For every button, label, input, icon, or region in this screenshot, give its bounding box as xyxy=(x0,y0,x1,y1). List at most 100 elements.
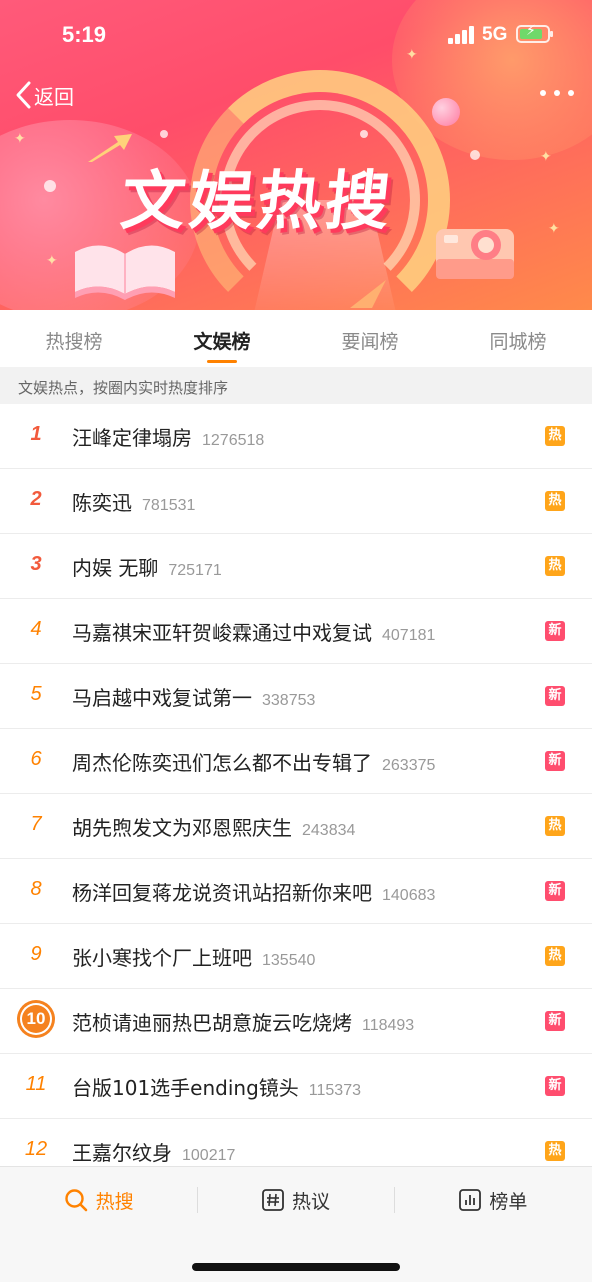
list-item[interactable]: 6 周杰伦陈奕迅们怎么都不出专辑了 263375 新 xyxy=(0,729,592,794)
chart-icon xyxy=(459,1189,482,1211)
tab-hot-search[interactable]: 热搜榜 xyxy=(0,310,148,367)
hot-badge: 热 xyxy=(545,491,565,511)
rank-number: 2 xyxy=(30,488,42,510)
network-type: 5G xyxy=(482,24,508,45)
trending-list: 1 汪峰定律塌房 1276518 热 2 陈奕迅 781531 热 3 内娱 无聊 7… xyxy=(0,404,592,1184)
topic-title: 陈奕迅 781531 xyxy=(72,491,196,515)
heat-count: 263375 xyxy=(382,757,436,774)
rank-number: 5 xyxy=(30,683,42,705)
list-item[interactable]: 10 范桢请迪丽热巴胡意旋云吃烧烤 118493 新 xyxy=(0,989,592,1054)
nav-label: 热议 xyxy=(291,1190,330,1213)
rank-number: 12 xyxy=(24,1138,48,1160)
nav-hot-search[interactable]: 热搜 xyxy=(0,1187,197,1214)
rank-number: 3 xyxy=(30,553,42,575)
topic-title: 周杰伦陈奕迅们怎么都不出专辑了 263375 xyxy=(72,751,436,775)
search-icon xyxy=(64,1189,87,1212)
chevron-left-icon xyxy=(16,81,31,109)
list-item[interactable]: 2 陈奕迅 781531 热 xyxy=(0,469,592,534)
rank-number: 11 xyxy=(25,1073,47,1095)
heat-count: 781531 xyxy=(142,497,196,514)
rank-number: 4 xyxy=(30,618,42,640)
sparkle-icon: ✦ xyxy=(406,47,418,63)
new-badge: 新 xyxy=(545,686,565,706)
heat-count: 407181 xyxy=(382,627,436,644)
list-item[interactable]: 11 台版101选手ending镜头 115373 新 xyxy=(0,1054,592,1119)
home-indicator[interactable] xyxy=(192,1263,400,1271)
topic-title: 内娱 无聊 725171 xyxy=(72,556,222,580)
signal-icon xyxy=(448,26,474,44)
heat-count: 115373 xyxy=(308,1082,361,1099)
topic-title: 杨洋回复蒋龙说资讯站招新你来吧 140683 xyxy=(72,881,436,905)
heat-count: 725171 xyxy=(168,562,222,579)
heat-count: 135540 xyxy=(262,952,316,969)
hot-badge: 热 xyxy=(545,556,565,576)
list-item[interactable]: 4 马嘉祺宋亚轩贺峻霖通过中戏复试 407181 新 xyxy=(0,599,592,664)
rank-number: 10 xyxy=(20,1003,52,1035)
nav-divider xyxy=(394,1187,395,1213)
new-badge: 新 xyxy=(545,881,565,901)
heat-count: 1276518 xyxy=(202,432,265,449)
hot-badge: 热 xyxy=(545,1141,565,1161)
ranking-tabs: 热搜榜 文娱榜 要闻榜 同城榜 xyxy=(0,310,592,367)
rank-number: 1 xyxy=(30,423,42,445)
topic-title: 王嘉尔纹身 100217 xyxy=(72,1141,236,1165)
tab-news[interactable]: 要闻榜 xyxy=(296,310,444,367)
back-button[interactable]: 返回 xyxy=(14,80,74,110)
banner-title: 文娱热搜 xyxy=(117,165,398,239)
cone-decor-icon xyxy=(350,280,386,308)
camera-icon xyxy=(436,229,514,279)
decor-dot xyxy=(44,180,56,192)
list-item[interactable]: 8 杨洋回复蒋龙说资讯站招新你来吧 140683 新 xyxy=(0,859,592,924)
rank-number: 6 xyxy=(30,748,42,770)
hashtag-icon xyxy=(262,1189,284,1211)
list-item[interactable]: 9 张小寒找个厂上班吧 135540 热 xyxy=(0,924,592,989)
nav-discussion[interactable]: 热议 xyxy=(197,1187,394,1214)
decor-dot xyxy=(470,150,480,160)
tab-local[interactable]: 同城榜 xyxy=(444,310,592,367)
rank-number: 7 xyxy=(30,813,42,835)
nav-divider xyxy=(197,1187,198,1213)
rank-number: 8 xyxy=(30,878,42,900)
sparkle-icon: ✦ xyxy=(46,253,58,269)
sparkle-icon: ✦ xyxy=(540,149,552,165)
planet-icon xyxy=(432,98,460,126)
list-item[interactable]: 1 汪峰定律塌房 1276518 热 xyxy=(0,404,592,469)
decor-dot xyxy=(360,130,368,138)
new-badge: 新 xyxy=(545,1076,565,1096)
more-dots-icon xyxy=(540,90,546,96)
back-label: 返回 xyxy=(34,84,74,109)
heat-count: 243834 xyxy=(302,822,356,839)
decor-dot xyxy=(160,130,168,138)
list-item[interactable]: 3 内娱 无聊 725171 热 xyxy=(0,534,592,599)
list-description: 文娱热点，按圈内实时热度排序 xyxy=(0,367,592,404)
bottom-navigation: 热搜 热议 榜单 xyxy=(0,1166,592,1282)
banner: ✦ ✦ ✦ ✦ ✦ 5:19 5G ⚡ 返回 文娱热搜 xyxy=(0,0,592,310)
nav-rankings[interactable]: 榜单 xyxy=(395,1187,592,1214)
new-badge: 新 xyxy=(545,751,565,771)
topic-title: 台版101选手ending镜头 115373 xyxy=(72,1076,361,1100)
heat-count: 338753 xyxy=(262,692,316,709)
status-bar: 5:19 5G ⚡ xyxy=(0,20,592,50)
status-time: 5:19 xyxy=(62,22,107,47)
hot-badge: 热 xyxy=(545,426,565,446)
heat-count: 100217 xyxy=(182,1147,236,1164)
topic-title: 胡先煦发文为邓恩熙庆生 243834 xyxy=(72,816,356,840)
heat-count: 118493 xyxy=(362,1017,415,1034)
list-item[interactable]: 7 胡先煦发文为邓恩熙庆生 243834 热 xyxy=(0,794,592,859)
heat-count: 140683 xyxy=(382,887,436,904)
topic-title: 马嘉祺宋亚轩贺峻霖通过中戏复试 407181 xyxy=(72,621,436,645)
rank-number: 9 xyxy=(30,943,42,965)
rank-medal: 10 xyxy=(16,1003,56,1035)
nav-label: 热搜 xyxy=(95,1190,134,1213)
sparkle-icon: ✦ xyxy=(14,131,26,147)
hot-badge: 热 xyxy=(545,946,565,966)
topic-title: 汪峰定律塌房 1276518 xyxy=(72,426,265,450)
new-badge: 新 xyxy=(545,621,565,641)
topic-title: 马启越中戏复试第一 338753 xyxy=(72,686,316,710)
more-options-button[interactable] xyxy=(540,90,574,100)
hot-badge: 热 xyxy=(545,816,565,836)
tab-entertainment[interactable]: 文娱榜 xyxy=(148,310,296,367)
topic-title: 范桢请迪丽热巴胡意旋云吃烧烤 118493 xyxy=(72,1011,415,1035)
list-item[interactable]: 5 马启越中戏复试第一 338753 新 xyxy=(0,664,592,729)
new-badge: 新 xyxy=(545,1011,565,1031)
